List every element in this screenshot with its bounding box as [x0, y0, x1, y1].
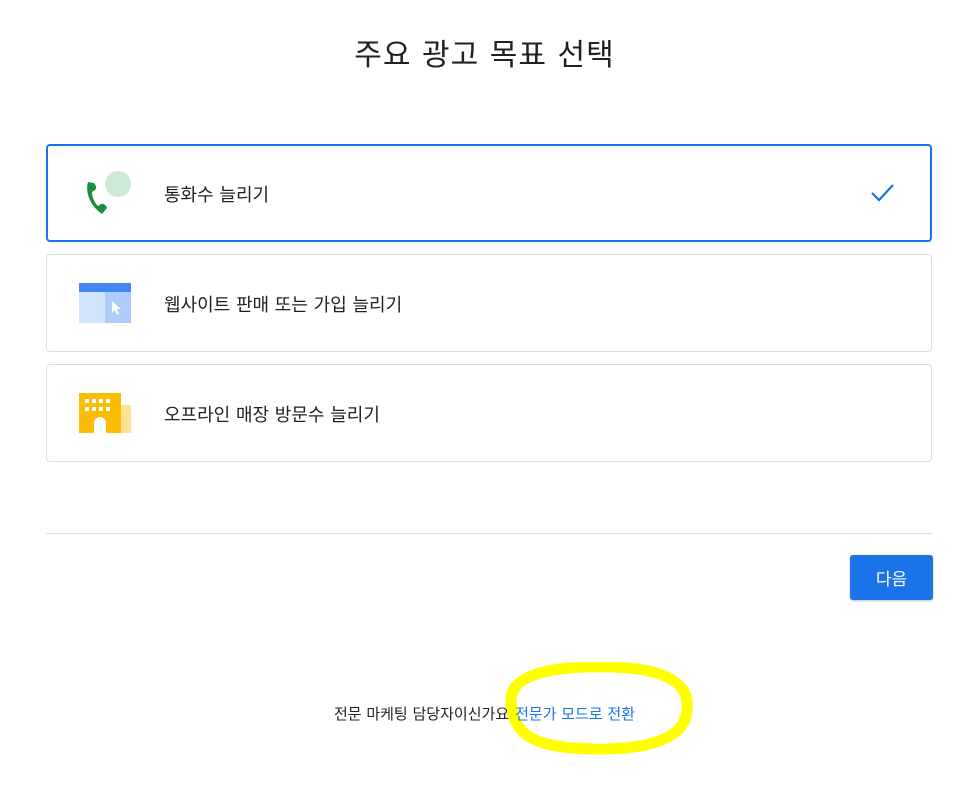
option-label: 웹사이트 판매 또는 가입 늘리기 — [164, 295, 403, 316]
expert-mode-footer: 전문 마케팅 담당자이신가요 전문가 모드로 전환 — [0, 703, 969, 724]
divider — [46, 533, 932, 534]
page-title: 주요 광고 목표 선택 — [354, 38, 615, 73]
option-label: 통화수 늘리기 — [164, 185, 270, 206]
website-browser-icon — [79, 283, 131, 323]
option-store-visits[interactable]: 오프라인 매장 방문수 늘리기 — [46, 364, 932, 462]
goal-selection-page: 주요 광고 목표 선택 통화수 늘리기 웹사이트 판매 또는 가입 늘리기 오프… — [0, 0, 969, 789]
option-website[interactable]: 웹사이트 판매 또는 가입 늘리기 — [46, 254, 932, 352]
option-calls[interactable]: 통화수 늘리기 — [46, 144, 932, 242]
store-building-icon — [79, 393, 131, 433]
next-button[interactable]: 다음 — [850, 555, 933, 600]
phone-call-icon — [87, 171, 131, 214]
expert-mode-link[interactable]: 전문가 모드로 전환 — [515, 705, 635, 723]
check-icon — [871, 184, 894, 202]
expert-prompt-text: 전문 마케팅 담당자이신가요 — [333, 705, 510, 723]
option-label: 오프라인 매장 방문수 늘리기 — [164, 405, 380, 426]
